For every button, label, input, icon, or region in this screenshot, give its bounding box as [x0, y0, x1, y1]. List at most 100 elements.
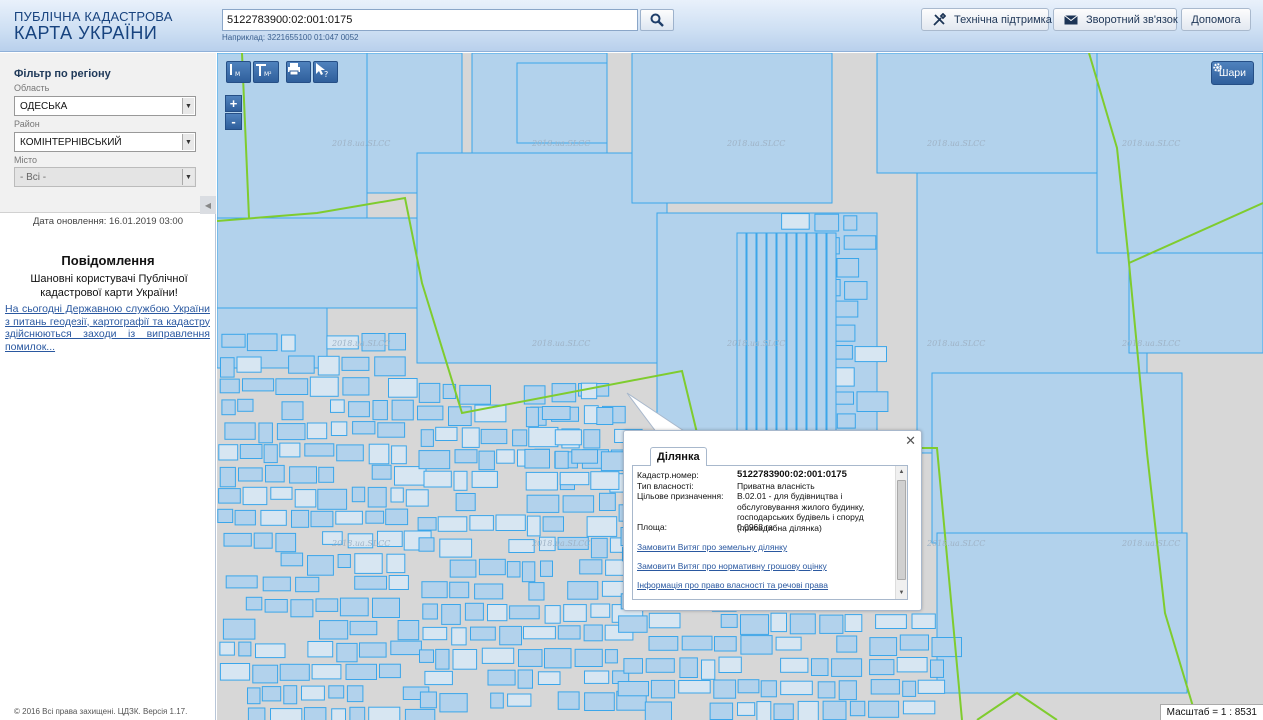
parcel[interactable] [252, 664, 279, 684]
parcel[interactable] [583, 429, 601, 449]
print-button[interactable] [286, 61, 311, 83]
parcel[interactable] [351, 486, 366, 503]
parcel[interactable] [599, 492, 616, 511]
parcel[interactable] [709, 702, 734, 720]
parcel[interactable] [345, 663, 377, 680]
parcel[interactable] [518, 649, 543, 667]
parcel[interactable] [405, 489, 429, 507]
parcel[interactable] [301, 685, 325, 701]
parcel[interactable] [349, 706, 366, 720]
parcel[interactable] [736, 232, 747, 434]
parcel[interactable] [304, 443, 335, 457]
region-select[interactable]: ОДЕСЬКА ▼ [14, 96, 196, 116]
parcel[interactable] [342, 377, 370, 396]
parcel[interactable] [330, 399, 345, 413]
parcel[interactable] [838, 680, 857, 701]
parcel[interactable] [348, 401, 370, 418]
parcel[interactable] [516, 62, 608, 144]
parcel[interactable] [253, 532, 273, 549]
parcel[interactable] [911, 613, 936, 629]
parcel[interactable] [917, 679, 946, 694]
parcel[interactable] [623, 658, 643, 674]
parcel[interactable] [459, 384, 492, 405]
parcel[interactable] [760, 680, 777, 698]
parcel[interactable] [525, 471, 558, 491]
order-valuation-link[interactable]: Замовити Витяг про нормативну грошову оц… [637, 561, 827, 571]
parcel[interactable] [481, 647, 515, 664]
parcel[interactable] [524, 448, 550, 469]
parcel[interactable] [224, 422, 256, 440]
parcel[interactable] [354, 575, 387, 590]
parcel[interactable] [385, 508, 409, 526]
parcel[interactable] [631, 53, 833, 204]
parcel[interactable] [419, 691, 437, 709]
parcel[interactable] [714, 636, 737, 652]
parcel[interactable] [936, 532, 1188, 694]
order-extract-link[interactable]: Замовити Витяг про земельну ділянку [637, 542, 787, 552]
parcel[interactable] [379, 663, 401, 679]
parcel[interactable] [394, 466, 427, 486]
parcel[interactable] [525, 406, 539, 428]
parcel[interactable] [701, 659, 716, 680]
tab-parcel[interactable]: Ділянка [650, 447, 707, 466]
parcel[interactable] [219, 663, 251, 681]
parcel[interactable] [290, 599, 314, 618]
ownership-info-link[interactable]: Інформація про право власності та речові… [637, 580, 828, 590]
parcel[interactable] [291, 509, 310, 528]
close-icon[interactable]: ✕ [905, 434, 916, 447]
parcel[interactable] [222, 618, 256, 640]
parcel[interactable] [617, 681, 650, 697]
zoom-in-button[interactable]: + [225, 95, 242, 112]
parcel[interactable] [265, 464, 285, 483]
parcel[interactable] [422, 626, 448, 641]
parcel[interactable] [330, 421, 348, 436]
parcel[interactable] [487, 669, 516, 686]
parcel[interactable] [650, 679, 676, 699]
parcel[interactable] [931, 372, 1183, 544]
chevron-down-icon[interactable]: ▼ [182, 98, 194, 114]
parcel[interactable] [554, 450, 569, 469]
parcel[interactable] [478, 558, 506, 576]
parcel[interactable] [242, 378, 275, 392]
parcel[interactable] [583, 405, 599, 425]
parcel[interactable] [328, 685, 345, 699]
parcel[interactable] [507, 693, 532, 707]
identify-button[interactable]: ? [313, 61, 338, 83]
parcel[interactable] [740, 614, 769, 635]
parcel[interactable] [844, 614, 863, 632]
parcel[interactable] [336, 444, 364, 462]
parcel[interactable] [307, 641, 334, 658]
parcel[interactable] [495, 514, 526, 531]
parcel[interactable] [448, 406, 472, 426]
parcel[interactable] [219, 466, 236, 488]
parcel[interactable] [559, 471, 590, 486]
parcel[interactable] [397, 620, 420, 641]
parcel[interactable] [391, 445, 407, 465]
parcel[interactable] [584, 670, 610, 684]
scroll-thumb[interactable] [897, 480, 906, 580]
parcel[interactable] [590, 603, 611, 618]
parcel[interactable] [218, 444, 239, 461]
parcel[interactable] [814, 213, 840, 232]
parcel[interactable] [435, 648, 450, 670]
parcel[interactable] [418, 382, 441, 403]
parcel[interactable] [648, 612, 681, 629]
parcel[interactable] [404, 708, 436, 720]
parcel[interactable] [367, 486, 387, 508]
parcel[interactable] [221, 399, 236, 416]
parcel[interactable] [217, 508, 234, 523]
parcel[interactable] [836, 635, 858, 653]
parcel[interactable] [496, 449, 515, 464]
parcel[interactable] [648, 636, 679, 651]
parcel[interactable] [849, 700, 866, 717]
parcel[interactable] [544, 648, 572, 669]
parcel[interactable] [836, 258, 860, 278]
parcel[interactable] [718, 656, 742, 673]
parcel[interactable] [554, 429, 582, 446]
parcel[interactable] [590, 537, 608, 559]
parcel[interactable] [371, 464, 392, 480]
parcel[interactable] [816, 232, 827, 434]
search-button[interactable] [640, 9, 674, 31]
parcel[interactable] [368, 443, 390, 465]
parcel[interactable] [470, 626, 496, 641]
